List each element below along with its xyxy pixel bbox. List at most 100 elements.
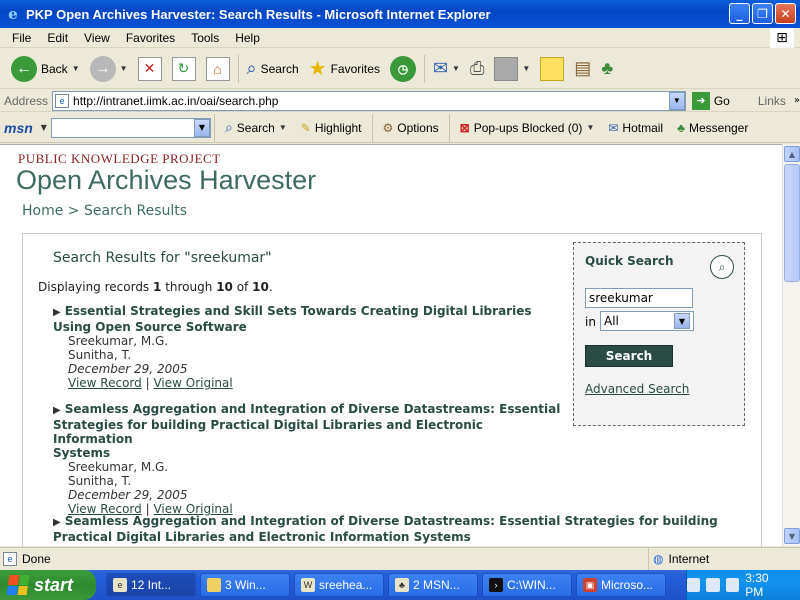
clock[interactable]: 3:30 PM bbox=[745, 571, 788, 599]
forward-button[interactable]: → ▼ bbox=[85, 52, 133, 86]
note-icon bbox=[540, 56, 565, 81]
record-title-link[interactable]: ▶ Seamless Aggregation and Integration of… bbox=[53, 514, 733, 544]
tray-icon[interactable] bbox=[725, 578, 740, 592]
research-button[interactable]: ▤ bbox=[569, 52, 596, 86]
record-title-link[interactable]: ▶ Essential Strategies and Skill Sets Tow… bbox=[53, 304, 563, 334]
results-of: of bbox=[236, 280, 249, 294]
menu-view[interactable]: View bbox=[76, 31, 118, 45]
address-dropdown-icon[interactable]: ▼ bbox=[668, 91, 685, 110]
history-button[interactable]: ◷ bbox=[385, 52, 421, 86]
mail-dropdown-icon[interactable]: ▼ bbox=[452, 64, 460, 73]
forward-dropdown-icon[interactable]: ▼ bbox=[120, 64, 128, 73]
advanced-search-link[interactable]: Advanced Search bbox=[585, 382, 689, 396]
result-record: ▶ Seamless Aggregation and Integration of… bbox=[53, 402, 563, 516]
chevron-down-icon[interactable]: ▼ bbox=[674, 313, 690, 329]
task-label: 3 Win... bbox=[225, 578, 266, 592]
view-record-link[interactable]: View Record bbox=[68, 376, 142, 390]
popups-dropdown-icon[interactable]: ▼ bbox=[586, 123, 594, 132]
links-toolbar[interactable]: Links bbox=[758, 94, 786, 108]
tray-icon[interactable] bbox=[686, 578, 701, 592]
task-label: 2 MSN... bbox=[413, 578, 460, 592]
msn-highlight-button[interactable]: ✎ Highlight bbox=[294, 121, 369, 135]
home-button[interactable]: ⌂ bbox=[201, 52, 235, 86]
tray-icon[interactable] bbox=[706, 578, 720, 592]
research-icon: ▤ bbox=[574, 58, 592, 78]
msn-popups-label: Pop-ups Blocked (0) bbox=[473, 120, 583, 135]
magnifier-icon: ⌕ bbox=[710, 255, 734, 279]
back-dropdown-icon[interactable]: ▼ bbox=[72, 64, 80, 73]
quick-search-input[interactable]: sreekumar bbox=[585, 288, 693, 308]
record-title-line: Using Open Source Software bbox=[53, 320, 247, 334]
discuss-button[interactable] bbox=[535, 52, 569, 86]
view-original-link[interactable]: View Original bbox=[153, 376, 232, 390]
record-author: Sreekumar, M.G. bbox=[68, 460, 169, 474]
mail-button[interactable]: ✉ ▼ bbox=[428, 52, 465, 86]
edit-button[interactable]: ▼ bbox=[489, 52, 535, 86]
command-prompt-icon: › bbox=[489, 578, 503, 592]
msn-search-dropdown-icon[interactable]: ▼ bbox=[193, 118, 210, 137]
messenger-toolbar-button[interactable]: ♣ bbox=[596, 52, 618, 86]
taskbar-item-word[interactable]: W sreehea... bbox=[294, 573, 384, 597]
stop-icon: ✕ bbox=[137, 56, 162, 81]
result-record: ▶ Essential Strategies and Skill Sets Tow… bbox=[53, 304, 563, 390]
scroll-down-icon[interactable]: ▼ bbox=[784, 528, 800, 544]
quick-search-field-select[interactable]: All ▼ bbox=[600, 311, 694, 331]
menu-favorites[interactable]: Favorites bbox=[118, 31, 183, 45]
record-title-line: Systems bbox=[53, 446, 111, 460]
home-icon: ⌂ bbox=[205, 56, 230, 81]
msn-search-options-icon[interactable]: ▼ bbox=[279, 123, 287, 132]
highlighter-icon: ✎ bbox=[300, 120, 311, 135]
back-button[interactable]: ← Back ▼ bbox=[6, 52, 85, 86]
results-from: 1 bbox=[153, 280, 162, 294]
printer-icon: ⎙ bbox=[469, 58, 485, 78]
task-label: sreehea... bbox=[319, 578, 373, 592]
minimize-button[interactable]: _ bbox=[729, 3, 750, 24]
msn-search-button[interactable]: ⌕ Search ▼ bbox=[218, 119, 294, 136]
taskbar-item-microsoft[interactable]: ▣ Microso... bbox=[576, 573, 666, 597]
msn-logo[interactable]: msn bbox=[4, 120, 33, 136]
go-button[interactable]: ➜ Go bbox=[691, 91, 730, 110]
globe-icon: ◍ bbox=[653, 552, 664, 566]
popup-blocker-icon: ⊠ bbox=[459, 120, 470, 135]
record-title-line: Seamless Aggregation and Integration of … bbox=[64, 514, 718, 528]
record-title-link[interactable]: ▶ Seamless Aggregation and Integration of… bbox=[53, 402, 563, 460]
msn-dropdown-icon[interactable]: ▼ bbox=[41, 123, 47, 132]
close-button[interactable]: ✕ bbox=[775, 3, 796, 24]
menu-tools[interactable]: Tools bbox=[183, 31, 227, 45]
refresh-button[interactable]: ↻ bbox=[167, 52, 201, 86]
results-period: . bbox=[268, 280, 273, 294]
address-label: Address bbox=[4, 93, 49, 108]
msn-search-input[interactable]: ▼ bbox=[50, 117, 211, 138]
msn-messenger-button[interactable]: ♣ Messenger bbox=[670, 121, 755, 135]
taskbar-item-cmd[interactable]: › C:\WIN... bbox=[482, 573, 572, 597]
results-to: 10 bbox=[216, 280, 233, 294]
vertical-scrollbar[interactable]: ▲ ▼ bbox=[782, 144, 800, 546]
maximize-button[interactable]: ❐ bbox=[752, 3, 773, 24]
taskbar-item-explorer[interactable]: 3 Win... bbox=[200, 573, 290, 597]
msn-hotmail-button[interactable]: ✉ Hotmail bbox=[601, 121, 670, 135]
chevron-right-icon[interactable]: » bbox=[794, 95, 800, 106]
taskbar-item-ie[interactable]: e 12 Int... bbox=[106, 573, 196, 597]
scrollbar-thumb[interactable] bbox=[784, 164, 800, 282]
favorites-button[interactable]: ★ Favorites bbox=[304, 52, 385, 86]
address-input[interactable]: e http://intranet.iimk.ac.in/oai/search.… bbox=[52, 90, 686, 111]
expand-triangle-icon: ▶ bbox=[53, 517, 61, 528]
toolbar-separator bbox=[423, 54, 425, 83]
menu-help[interactable]: Help bbox=[227, 31, 268, 45]
back-arrow-icon: ← bbox=[11, 55, 37, 82]
msn-options-button[interactable]: ⚙ Options bbox=[376, 121, 446, 135]
breadcrumb-home-link[interactable]: Home bbox=[22, 203, 63, 219]
record-links: View Record | View Original bbox=[68, 376, 563, 390]
print-button[interactable]: ⎙ bbox=[465, 52, 489, 86]
taskbar-item-msn[interactable]: ♣ 2 MSN... bbox=[388, 573, 478, 597]
msn-popups-button[interactable]: ⊠ Pop-ups Blocked (0) ▼ bbox=[453, 121, 602, 135]
scroll-up-icon[interactable]: ▲ bbox=[784, 146, 800, 162]
search-button[interactable]: ⌕ Search bbox=[242, 52, 304, 86]
menu-file[interactable]: File bbox=[4, 31, 39, 45]
expand-triangle-icon: ▶ bbox=[53, 405, 61, 416]
edit-dropdown-icon[interactable]: ▼ bbox=[522, 64, 530, 73]
start-button[interactable]: start bbox=[0, 570, 96, 600]
stop-button[interactable]: ✕ bbox=[133, 52, 167, 86]
menu-edit[interactable]: Edit bbox=[39, 31, 76, 45]
quick-search-button[interactable]: Search bbox=[585, 345, 673, 367]
